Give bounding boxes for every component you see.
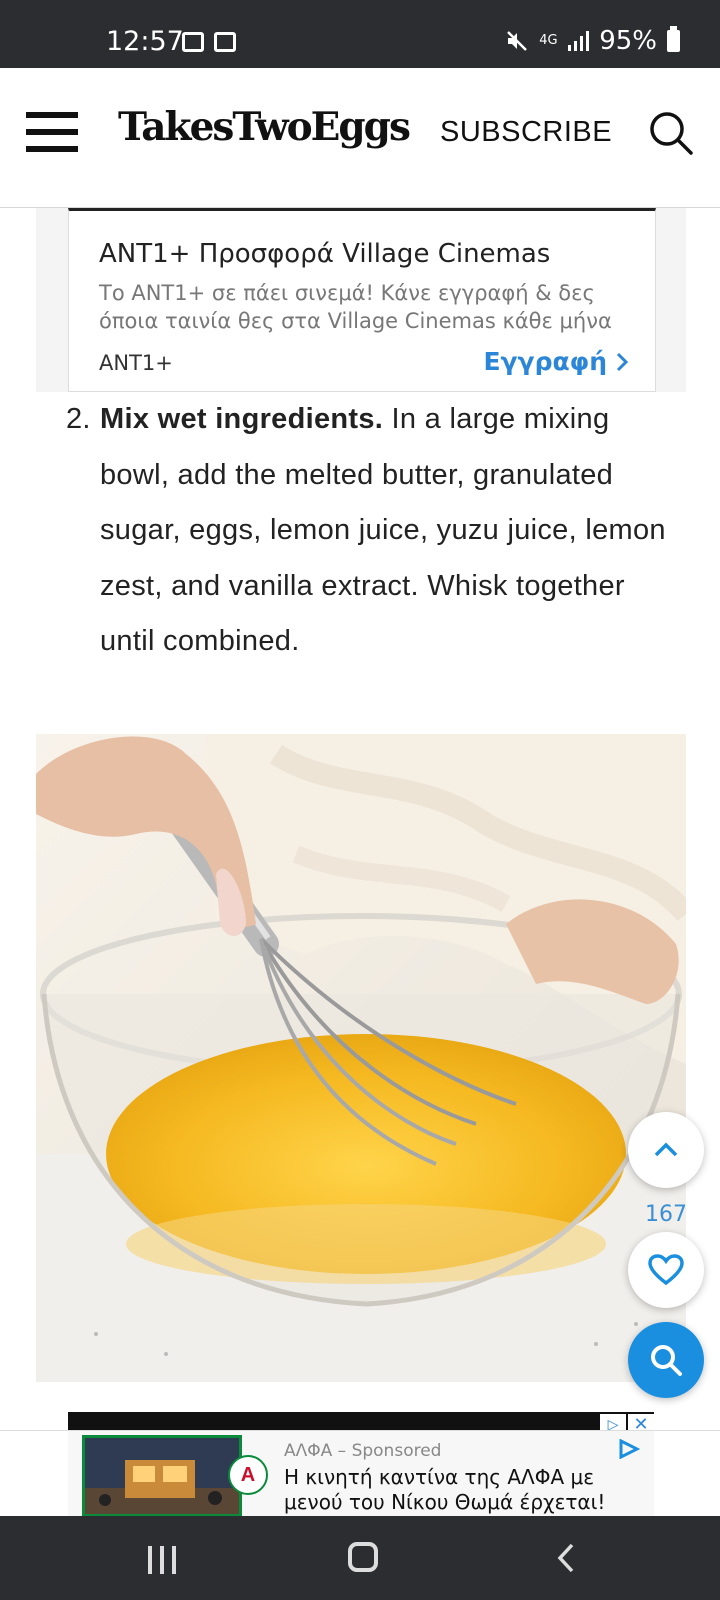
menu-icon[interactable] bbox=[26, 112, 78, 152]
favorite-button[interactable] bbox=[628, 1232, 704, 1308]
instruction-step: 2. Mix wet ingredients. In a large mixin… bbox=[66, 392, 676, 670]
ad-thumbnail[interactable] bbox=[82, 1435, 242, 1517]
gallery-icon bbox=[182, 32, 204, 52]
status-bar: 12:57 4G 95% bbox=[0, 0, 720, 68]
heart-icon bbox=[648, 1254, 684, 1286]
subscribe-link[interactable]: SUBSCRIBE bbox=[440, 116, 612, 149]
whisking-eggs-image bbox=[36, 734, 686, 1382]
step-body: Mix wet ingredients. In a large mixing b… bbox=[100, 392, 676, 670]
step-number: 2. bbox=[66, 403, 91, 435]
step-heading: Mix wet ingredients. bbox=[100, 403, 384, 435]
sticky-bottom-ad[interactable]: A ΑΛΦΑ – Sponsored Η κινητή καντίνα της … bbox=[0, 1430, 720, 1517]
search-icon[interactable] bbox=[648, 110, 694, 156]
adchoices-icon[interactable] bbox=[618, 1439, 640, 1459]
top-ad[interactable]: ANT1+ Προσφορά Village Cinemas Το ANT1+ … bbox=[68, 208, 656, 392]
site-header: TakesTwoEggs SUBSCRIBE bbox=[0, 68, 720, 208]
ad-description: Το ANT1+ σε πάει σινεμά! Κάνε εγγραφή & … bbox=[99, 281, 612, 333]
screenshot-icon bbox=[214, 32, 236, 52]
ad-cta-button[interactable]: Εγγραφή bbox=[483, 347, 629, 376]
scroll-top-button[interactable] bbox=[628, 1112, 704, 1188]
network-label: 4G bbox=[539, 33, 558, 48]
search-fab-button[interactable] bbox=[628, 1322, 704, 1398]
chevron-right-icon bbox=[616, 352, 629, 371]
ad-container: ANT1+ Προσφορά Village Cinemas Το ANT1+ … bbox=[36, 208, 686, 392]
recents-icon[interactable] bbox=[148, 1546, 176, 1574]
ad-cta-label: Εγγραφή bbox=[483, 347, 607, 376]
signal-icon bbox=[568, 31, 590, 51]
ad-title[interactable]: ANT1+ Προσφορά Village Cinemas bbox=[99, 239, 550, 269]
page: 12:57 4G 95% TakesTwoEggs SUBSCRIBE ANT1… bbox=[0, 0, 720, 1600]
mute-icon bbox=[507, 31, 528, 51]
chevron-up-icon bbox=[654, 1142, 678, 1157]
battery-icon bbox=[667, 26, 680, 52]
lower-ad-image[interactable] bbox=[68, 1412, 654, 1432]
home-icon[interactable] bbox=[348, 1542, 378, 1572]
site-logo[interactable]: TakesTwoEggs bbox=[118, 104, 411, 150]
step-text: In a large mixing bowl, add the melted b… bbox=[100, 403, 666, 657]
favorite-count: 167 bbox=[645, 1202, 687, 1227]
battery-percent: 95% bbox=[599, 26, 657, 56]
search-icon bbox=[651, 1345, 682, 1376]
ad-sponsor-line: ΑΛΦΑ – Sponsored bbox=[284, 1441, 442, 1461]
system-nav-bar bbox=[0, 1516, 720, 1600]
ad-advertiser: ANT1+ bbox=[99, 351, 173, 375]
ad-headline[interactable]: Η κινητή καντίνα της ΑΛΦΑ με μενού του Ν… bbox=[284, 1465, 654, 1515]
recipe-photo bbox=[36, 734, 686, 1382]
status-right: 4G 95% bbox=[505, 26, 680, 56]
status-time: 12:57 bbox=[106, 26, 184, 57]
back-icon[interactable] bbox=[556, 1542, 576, 1574]
alfa-logo: A bbox=[228, 1455, 268, 1495]
